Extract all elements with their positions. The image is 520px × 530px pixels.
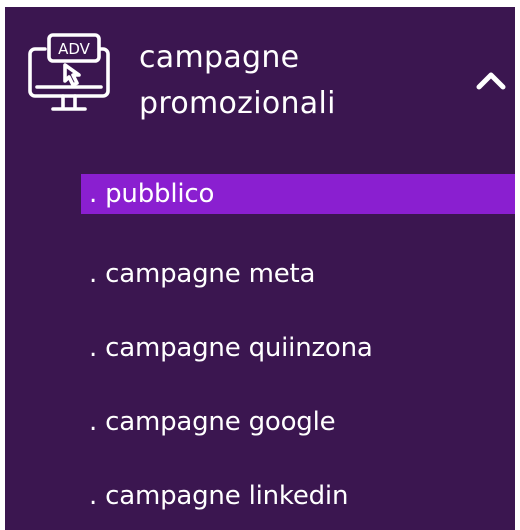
submenu-item-campagne-quiinzona[interactable]: . campagne quiinzona bbox=[81, 328, 515, 368]
submenu-item-label: . campagne linkedin bbox=[89, 481, 349, 511]
submenu-item-pubblico[interactable]: . pubblico bbox=[81, 174, 515, 214]
submenu-item-campagne-meta[interactable]: . campagne meta bbox=[81, 254, 515, 294]
submenu-item-campagne-linkedin[interactable]: . campagne linkedin bbox=[81, 476, 515, 516]
submenu-item-campagne-google[interactable]: . campagne google bbox=[81, 402, 515, 442]
chevron-up-icon[interactable] bbox=[471, 61, 511, 101]
submenu-item-label: . campagne meta bbox=[89, 259, 316, 289]
menu-group-label: campagne promozionali bbox=[139, 35, 459, 127]
submenu-item-label: . pubblico bbox=[89, 179, 215, 209]
adv-icon-text: ADV bbox=[58, 40, 91, 58]
menu-group-label-line1: campagne bbox=[139, 40, 300, 75]
submenu-item-label: . campagne quiinzona bbox=[89, 333, 373, 363]
submenu-item-label: . campagne google bbox=[89, 407, 336, 437]
adv-monitor-icon: ADV bbox=[28, 33, 110, 111]
sidebar-menu: ADV campagne promozionali . pubblico . c… bbox=[5, 7, 515, 530]
menu-group-label-line2: promozionali bbox=[139, 86, 336, 121]
menu-group-campagne-promozionali[interactable]: ADV campagne promozionali bbox=[5, 7, 515, 157]
